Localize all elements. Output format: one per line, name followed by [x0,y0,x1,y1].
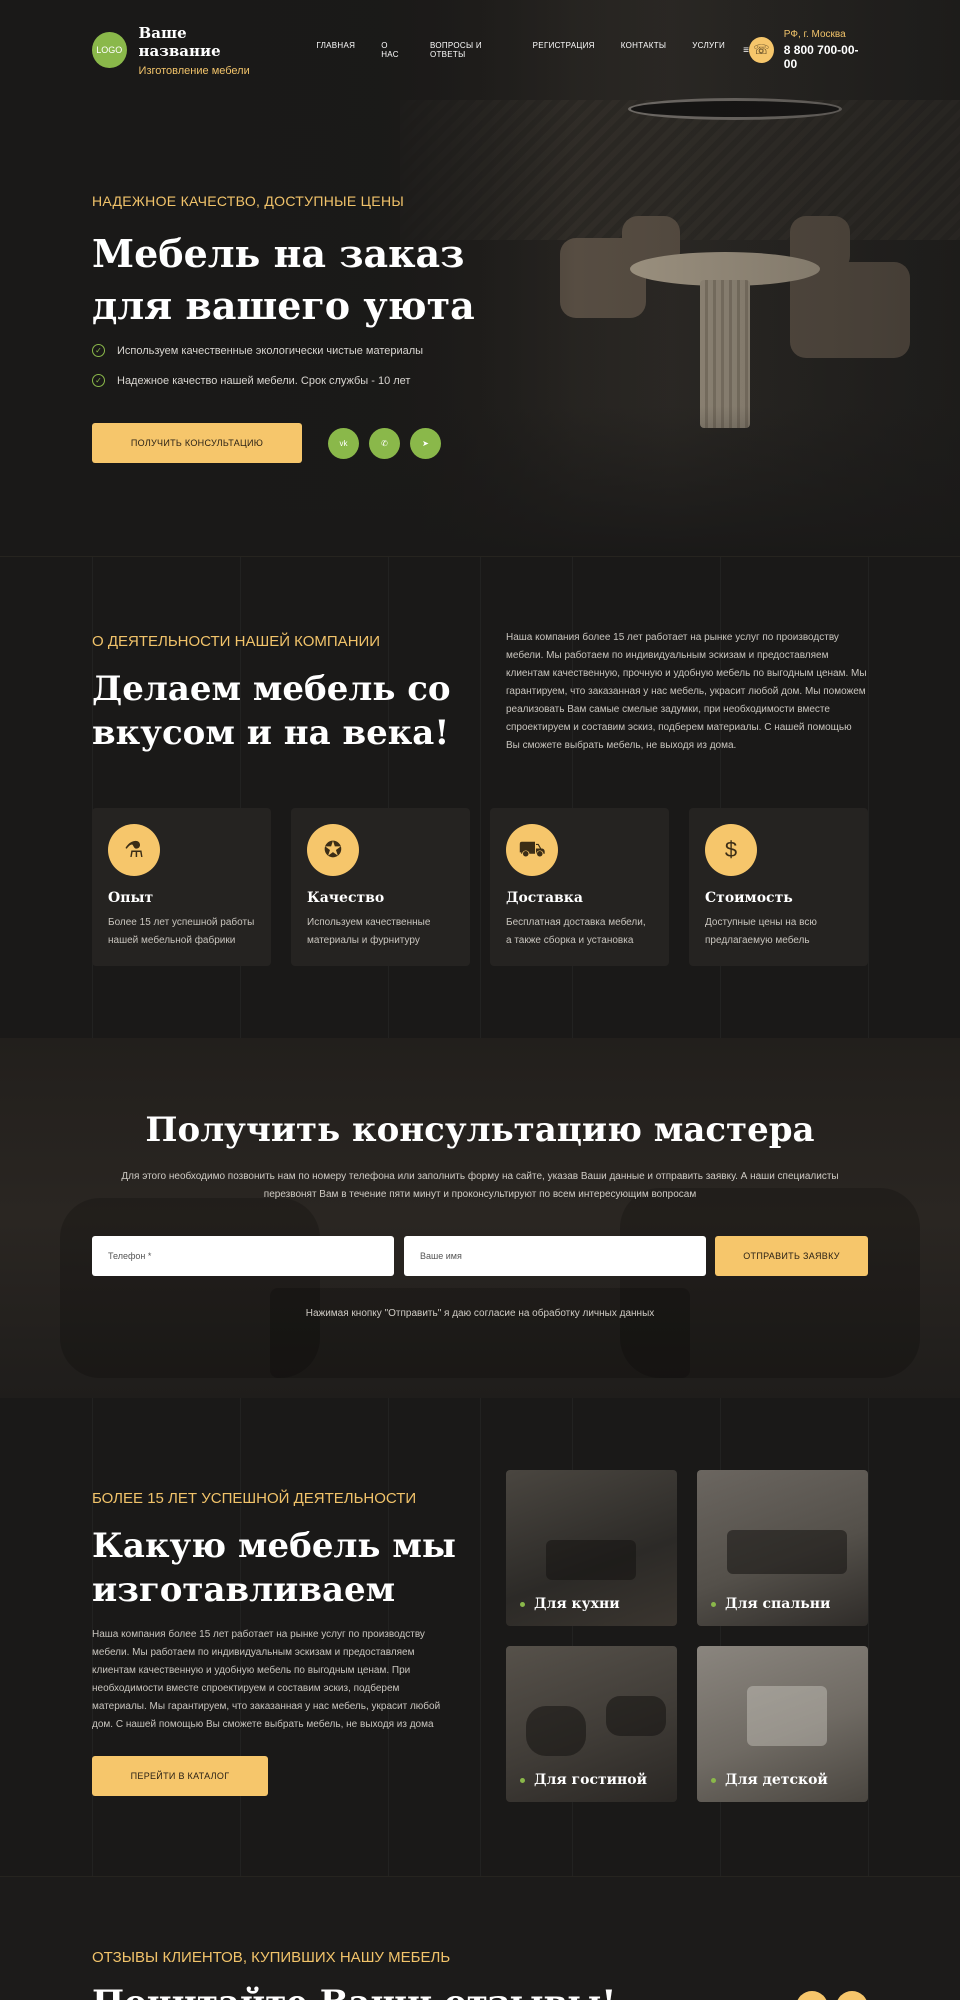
living-room-image [606,1696,666,1736]
check-item: ✓ Надежное качество нашей мебели. Срок с… [92,374,423,387]
medal-icon: ✪ [307,824,359,876]
category-tile-bedroom[interactable]: Для спальни [697,1470,868,1626]
reviews-eyebrow: ОТЗЫВЫ КЛИЕНТОВ, КУПИВШИХ НАШУ МЕБЕЛЬ [92,1949,451,1966]
header-contact: ☏ РФ, г. Москва 8 800 700-00-00 [748,29,868,71]
tile-label: Для детской [711,1772,828,1788]
catalog-eyebrow: БОЛЕЕ 15 ЛЕТ УСПЕШНОЙ ДЕЯТЕЛЬНОСТИ [92,1490,417,1507]
prev-arrow-icon[interactable] [796,1991,828,2000]
bullet-icon [711,1601,716,1607]
phone-field[interactable]: Телефон * [92,1236,394,1276]
submit-request-button[interactable]: ОТПРАВИТЬ ЗАЯВКУ [715,1236,868,1276]
check-item-text: Используем качественные экологически чис… [117,344,424,357]
table-background-image [270,1288,690,1378]
phone-icon[interactable]: ☏ [748,37,774,63]
feature-cards: ⚗ Опыт Более 15 лет успешной работы наше… [92,808,868,966]
whatsapp-icon[interactable]: ✆ [369,428,400,459]
delivery-truck-icon: ⛟ [506,824,558,876]
brand-subtitle: Изготовление мебели [138,64,250,77]
hero-title: Мебель на заказ для вашего уюта [92,231,475,328]
feature-card: ⚗ Опыт Более 15 лет успешной работы наше… [92,808,271,966]
vk-icon[interactable]: vk [328,428,359,459]
tile-label-text: Для детской [725,1772,828,1788]
catalog-title: Какую мебель мы изготавливаем [92,1526,456,1610]
vacuum-icon: ⚗ [108,824,160,876]
reviews-section: ОТЗЫВЫ КЛИЕНТОВ, КУПИВШИХ НАШУ МЕБЕЛЬ По… [0,1876,960,2000]
tile-label: Для спальни [711,1596,830,1612]
kids-room-image [747,1686,827,1746]
category-tile-kitchen[interactable]: Для кухни [506,1470,677,1626]
tile-label: Для кухни [520,1596,620,1612]
feature-card-title: Стоимость [705,890,793,906]
kitchen-image [546,1540,636,1580]
reviews-navigation [796,1991,868,2000]
hero-check-list: ✓ Используем качественные экологически ч… [92,344,423,404]
bullet-icon [711,1777,716,1783]
consultation-title: Получить консультацию мастера [145,1110,815,1150]
bullet-icon [520,1601,525,1607]
go-to-catalog-button[interactable]: ПЕРЕЙТИ В КАТАЛОГ [92,1756,268,1796]
about-eyebrow: О ДЕЯТЕЛЬНОСТИ НАШЕЙ КОМПАНИИ [92,633,381,650]
main-nav: Главная О нас Вопросы и ответы Регистрац… [316,41,725,59]
feature-card-text: Более 15 лет успешной работы нашей мебел… [108,917,255,946]
tile-label-text: Для кухни [534,1596,620,1612]
about-title: Делаем мебель со вкусом и на века! [92,669,451,753]
consultation-section: Получить консультацию мастера Для этого … [0,1038,960,1398]
feature-card: ✪ Качество Используем качественные матер… [291,808,470,966]
contact-text: РФ, г. Москва 8 800 700-00-00 [784,29,868,71]
tile-label-text: Для гостиной [534,1772,648,1788]
nav-item-contacts[interactable]: Контакты [621,41,667,59]
check-icon: ✓ [92,344,105,357]
nav-item-services[interactable]: Услуги [692,41,725,59]
feature-card-text: Используем качественные материалы и фурн… [307,917,431,946]
living-room-image [526,1706,586,1756]
get-consultation-button[interactable]: ПОЛУЧИТЬ КОНСУЛЬТАЦИЮ [92,423,302,463]
check-item: ✓ Используем качественные экологически ч… [92,344,423,357]
money-bag-icon: $ [705,824,757,876]
brand: Ваше название Изготовление мебели [139,24,269,77]
contact-city: РФ, г. Москва [783,29,846,40]
feature-card-title: Доставка [506,890,583,906]
bedroom-image [727,1530,847,1574]
catalog-section: БОЛЕЕ 15 ЛЕТ УСПЕШНОЙ ДЕЯТЕЛЬНОСТИ Какую… [0,1398,960,1876]
site-header: LOGO Ваше название Изготовление мебели Г… [0,0,960,100]
feature-card: ⛟ Доставка Бесплатная доставка мебели, а… [490,808,669,966]
category-tile-living-room[interactable]: Для гостиной [506,1646,677,1802]
feature-card-title: Качество [307,890,385,906]
nav-item-home[interactable]: Главная [316,41,355,59]
next-arrow-icon[interactable] [836,1991,868,2000]
feature-card-title: Опыт [108,890,154,906]
consent-text: Нажимая кнопку "Отправить" я даю согласи… [305,1308,655,1319]
catalog-text: Наша компания более 15 лет работает на р… [92,1629,441,1730]
logo[interactable]: LOGO [92,32,127,68]
about-section: О ДЕЯТЕЛЬНОСТИ НАШЕЙ КОМПАНИИ Делаем меб… [0,556,960,1038]
name-field[interactable]: Ваше имя [404,1236,706,1276]
feature-card: $ Стоимость Доступные цены на всю предла… [689,808,868,966]
social-links: vk ✆ ➤ [328,428,441,459]
tile-label-text: Для спальни [725,1596,831,1612]
nav-item-about[interactable]: О нас [381,41,404,59]
check-item-text: Надежное качество нашей мебели. Срок слу… [117,374,411,387]
category-tile-kids-room[interactable]: Для детской [697,1646,868,1802]
bullet-icon [520,1777,525,1783]
reviews-title: Почитайте Ваши отзывы! [92,1983,616,2000]
nav-item-registration[interactable]: Регистрация [533,41,595,59]
tile-label: Для гостиной [520,1772,647,1788]
contact-phone[interactable]: 8 800 700-00-00 [784,43,868,71]
consultation-text: Для этого необходимо позвонить нам по но… [121,1171,839,1200]
brand-name: Ваше название [138,23,221,60]
check-icon: ✓ [92,374,105,387]
category-tiles: Для кухни Для спальни Для гостиной Для д… [506,1470,868,1802]
feature-card-text: Бесплатная доставка мебели, а также сбор… [506,917,646,946]
telegram-icon[interactable]: ➤ [410,428,441,459]
feature-card-text: Доступные цены на всю предлагаемую мебел… [705,917,817,946]
about-text: Наша компания более 15 лет работает на р… [506,632,867,751]
nav-item-faq[interactable]: Вопросы и ответы [430,41,507,59]
hero-eyebrow: НАДЕЖНОЕ КАЧЕСТВО, ДОСТУПНЫЕ ЦЕНЫ [92,193,405,209]
